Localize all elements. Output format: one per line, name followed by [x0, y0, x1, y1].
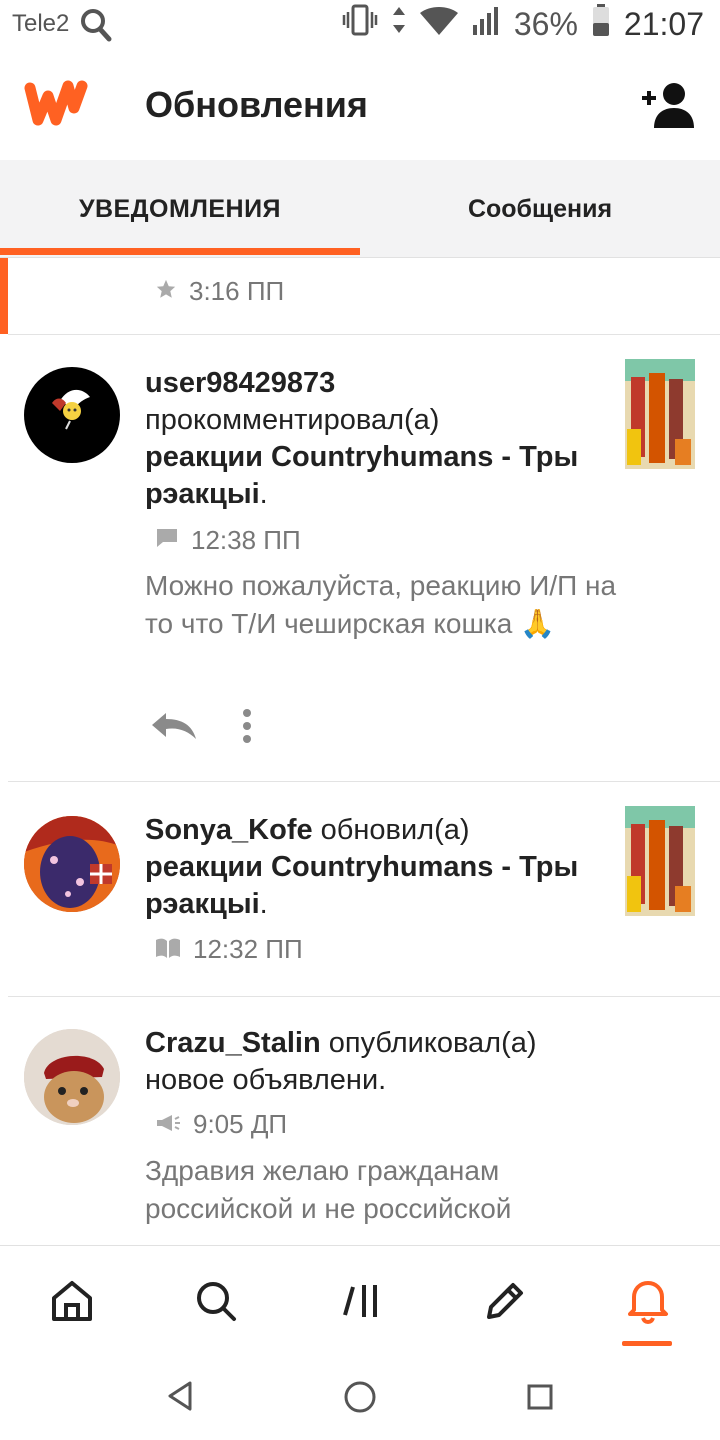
megaphone-icon — [155, 1109, 181, 1140]
story-cover-thumbnail[interactable] — [625, 806, 695, 916]
recents-icon[interactable] — [527, 1384, 553, 1415]
active-tab-indicator — [0, 248, 360, 255]
data-arrows-icon — [392, 5, 406, 43]
carrier-name: Tele2 — [12, 10, 70, 37]
story-title[interactable]: реакции Countryhumans - Тры рэакцыі — [145, 851, 578, 920]
previous-item-meta: 3:16 ПП — [155, 276, 284, 307]
app-bar: Обновления — [0, 52, 720, 160]
story-title[interactable]: реакции Countryhumans - Тры рэакцыі — [145, 441, 578, 510]
previous-item-time: 3:16 ПП — [189, 276, 285, 306]
announcement-excerpt: Здравия желаю гражданам российской и не … — [145, 1155, 512, 1224]
notification-meta: 9:05 ДП — [155, 1109, 287, 1140]
signal-icon — [472, 6, 500, 43]
comment-icon — [155, 525, 179, 556]
avatar[interactable] — [24, 816, 120, 912]
username[interactable]: Crazu_Stalin — [145, 1027, 321, 1059]
star-icon — [155, 276, 177, 307]
search-icon[interactable] — [191, 1276, 241, 1326]
notification-meta: 12:38 ПП — [155, 525, 301, 556]
punctuation: . — [259, 478, 268, 510]
comment-excerpt: Можно пожалуйста, реакцию И/П на то что … — [145, 570, 617, 639]
tab-messages[interactable]: Сообщения — [360, 160, 720, 258]
clock: 21:07 — [623, 5, 704, 42]
reply-icon[interactable] — [150, 711, 198, 746]
notification-text: user98429873 прокомментировал(а) реакции… — [145, 365, 615, 513]
unread-accent-bar — [0, 258, 8, 334]
tab-notifications[interactable]: УВЕДОМЛЕНИЯ — [0, 160, 360, 258]
notifications-icon[interactable] — [622, 1276, 673, 1346]
notification-item[interactable]: user98429873 прокомментировал(а) реакции… — [0, 335, 720, 781]
back-icon[interactable] — [166, 1380, 194, 1417]
avatar[interactable] — [24, 1029, 120, 1125]
vibrate-icon — [342, 4, 378, 44]
username[interactable]: user98429873 — [145, 367, 335, 399]
bottom-navigation — [0, 1245, 720, 1350]
notification-meta: 12:32 ПП — [155, 934, 303, 965]
action-text: обновил(а) — [320, 814, 470, 846]
page-title: Обновления — [145, 84, 368, 125]
status-bar: Tele2 36% 21:07 — [0, 0, 720, 52]
battery-icon — [592, 4, 610, 44]
notification-text: Sonya_Kofe обновил(а) реакции Countryhum… — [145, 812, 615, 923]
avatar[interactable] — [24, 367, 120, 463]
status-search-icon — [80, 8, 112, 47]
story-cover-thumbnail[interactable] — [625, 359, 695, 469]
notification-item[interactable]: Crazu_Stalin опубликовал(а) новое объявл… — [0, 997, 720, 1245]
action-text: прокомментировал(а) — [145, 404, 440, 436]
system-navigation-bar — [0, 1350, 720, 1440]
timestamp: 12:32 ПП — [193, 934, 303, 964]
library-icon[interactable] — [337, 1276, 387, 1326]
notification-text: Crazu_Stalin опубликовал(а) новое объявл… — [145, 1025, 615, 1099]
timestamp: 9:05 ДП — [193, 1109, 288, 1139]
notification-feed[interactable]: 3:16 ПП user98429873 прокомментировал(а)… — [0, 258, 720, 1245]
username[interactable]: Sonya_Kofe — [145, 814, 313, 846]
wifi-icon — [419, 6, 458, 43]
punctuation: . — [259, 888, 268, 920]
wattpad-logo-icon[interactable] — [24, 78, 88, 135]
tab-bar: УВЕДОМЛЕНИЯ Сообщения — [0, 160, 720, 258]
battery-percent: 36% — [513, 5, 578, 42]
notification-item[interactable]: Sonya_Kofe обновил(а) реакции Countryhum… — [0, 782, 720, 996]
home-circle-icon[interactable] — [344, 1381, 376, 1418]
timestamp: 12:38 ПП — [191, 525, 301, 555]
write-icon[interactable] — [480, 1276, 530, 1326]
home-icon[interactable] — [47, 1276, 97, 1326]
more-options-icon[interactable] — [242, 709, 252, 748]
add-user-icon[interactable] — [640, 82, 696, 133]
comment-actions — [150, 709, 252, 748]
book-icon — [155, 934, 181, 965]
